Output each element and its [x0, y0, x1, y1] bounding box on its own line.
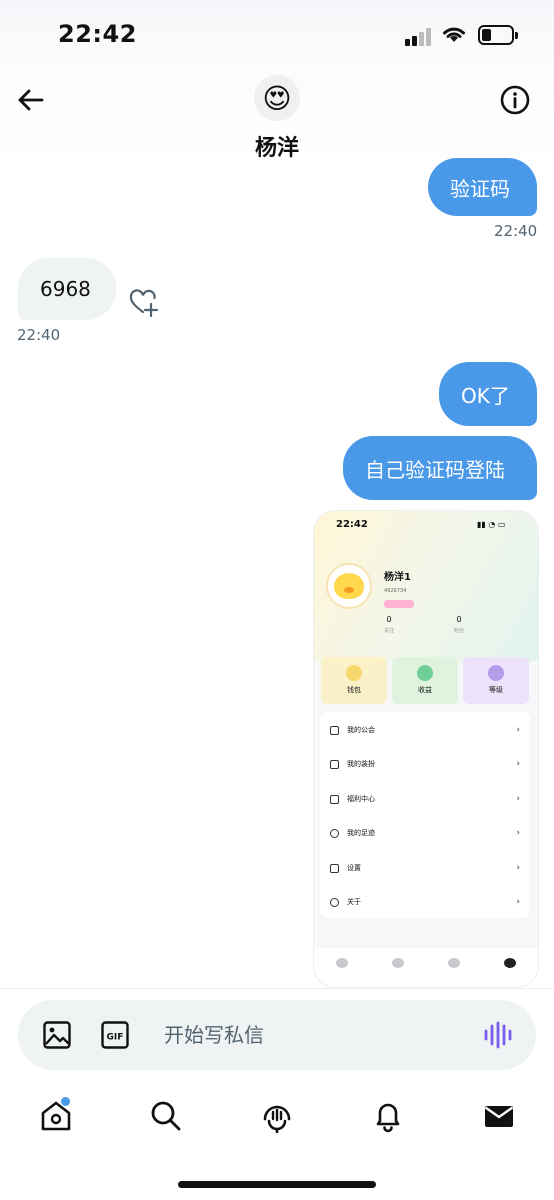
microphone-icon: [263, 1105, 291, 1133]
shot-status-icons: ▮▮ ◔ ▭: [477, 520, 506, 529]
wallet-icon: [346, 665, 362, 681]
shot-menu-item: 设置 ›: [320, 851, 530, 885]
shot-menu-item: 关于 ›: [320, 885, 530, 919]
shot-username: 杨洋1: [384, 572, 411, 583]
add-gif-button[interactable]: GIF: [98, 1018, 132, 1052]
info-button[interactable]: [495, 80, 535, 120]
message-composer: GIF 开始写私信: [18, 1000, 536, 1070]
svg-text:GIF: GIF: [107, 1033, 124, 1043]
message-input[interactable]: 开始写私信: [164, 1000, 464, 1070]
shot-level-card: 等级: [463, 657, 529, 704]
nav-notifications[interactable]: [366, 1094, 410, 1138]
chick-icon: [334, 573, 364, 599]
nav-messages[interactable]: [477, 1094, 521, 1138]
shot-avatar: [326, 563, 372, 609]
info-icon: [500, 85, 530, 115]
chat-header: 😍 杨洋: [0, 70, 554, 170]
shot-badge: [384, 600, 414, 608]
image-attachment[interactable]: 22:42 ▮▮ ◔ ▭ 杨洋1 4926734 0 关注 0 粉丝 钱包 收益…: [313, 510, 539, 988]
wifi-icon: [443, 27, 465, 42]
shot-user-id: 4926734: [384, 588, 407, 594]
message-bubble-in[interactable]: 6968: [18, 258, 116, 320]
message-timestamp: 22:40: [17, 326, 61, 344]
message-bubble-out[interactable]: 验证码: [428, 158, 537, 216]
shot-menu-item: 我的装扮 ›: [320, 747, 530, 781]
home-indicator: [178, 1181, 376, 1188]
status-time: 22:42: [58, 20, 137, 48]
shot-menu: 我的公会 › 我的装扮 › 福利中心 › 我的足迹 › 设置 › 关于 ›: [320, 712, 530, 918]
back-button[interactable]: [10, 80, 50, 120]
message-timestamp: 22:40: [494, 222, 538, 240]
nav-spaces[interactable]: [255, 1094, 299, 1138]
voice-message-button[interactable]: [480, 1018, 516, 1052]
shot-tab-bar: [314, 948, 538, 987]
shot-menu-item: 福利中心 ›: [320, 782, 530, 816]
search-icon: [151, 1101, 181, 1131]
heart-eyes-emoji-icon: 😍: [262, 81, 292, 115]
shot-menu-item: 我的足迹 ›: [320, 816, 530, 850]
gif-icon: GIF: [101, 1021, 129, 1049]
message-bubble-out[interactable]: 自己验证码登陆: [343, 436, 537, 500]
level-icon: [488, 665, 504, 681]
notification-dot: [61, 1097, 70, 1106]
envelope-icon: [484, 1106, 514, 1127]
bell-icon: [376, 1103, 400, 1133]
shot-status-time: 22:42: [336, 519, 368, 530]
heart-add-reaction-icon[interactable]: [129, 289, 159, 317]
image-icon: [43, 1021, 71, 1049]
voice-waveform-icon: [484, 1021, 512, 1049]
divider: [0, 988, 554, 989]
arrow-left-icon: [18, 89, 44, 111]
nav-search[interactable]: [144, 1094, 188, 1138]
bottom-nav: [0, 1082, 554, 1152]
shot-stat: 0 关注: [383, 615, 394, 634]
shot-stat: 0 粉丝: [453, 615, 464, 634]
battery-icon: [478, 25, 518, 45]
message-bubble-out[interactable]: OK了: [439, 362, 537, 426]
shot-menu-item: 我的公会 ›: [320, 713, 530, 747]
earnings-icon: [417, 665, 433, 681]
add-image-button[interactable]: [40, 1018, 74, 1052]
signal-icon: [405, 26, 435, 46]
status-bar: 22:42: [0, 0, 554, 70]
shot-wallet-card: 钱包: [321, 657, 387, 704]
nav-home[interactable]: [34, 1094, 78, 1138]
shot-earnings-card: 收益: [392, 657, 458, 704]
avatar[interactable]: 😍: [254, 75, 300, 121]
